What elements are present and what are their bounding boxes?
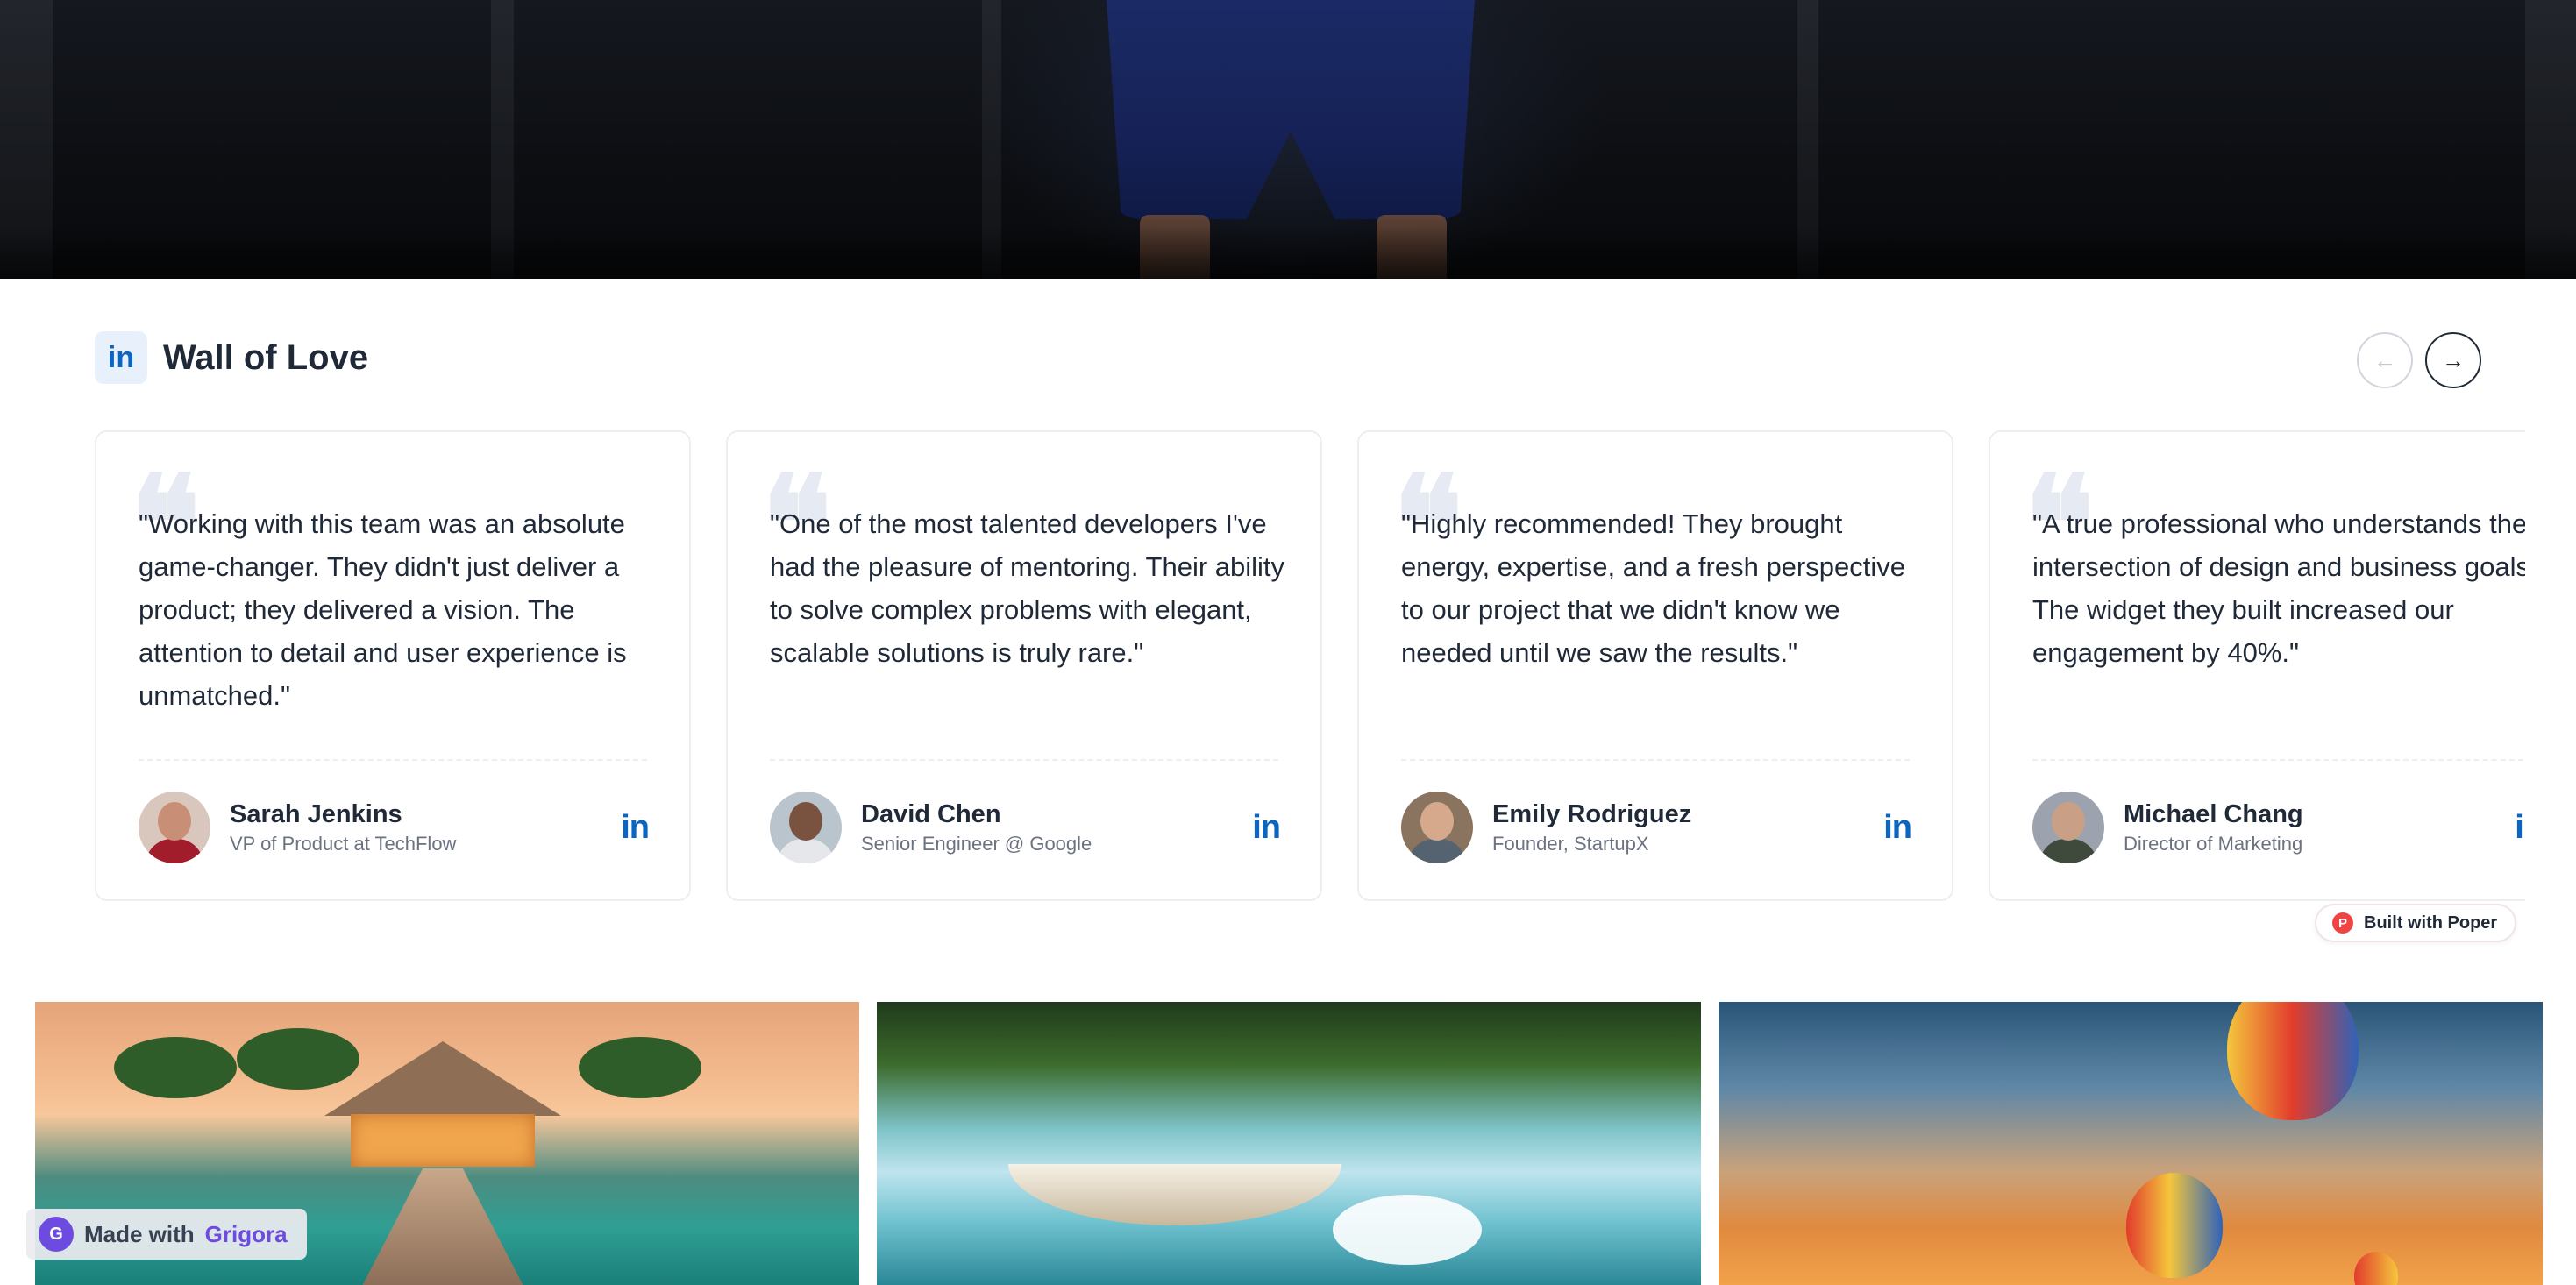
linkedin-icon[interactable]: in (621, 809, 650, 847)
card-divider (2032, 759, 2525, 761)
linkedin-icon[interactable]: in (1252, 809, 1281, 847)
testimonial-author: David Chen Senior Engineer @ Google (770, 792, 1092, 863)
hut-roof (324, 1041, 561, 1116)
testimonial-card: ❝ "Highly recommended! They brought ener… (1357, 430, 1953, 901)
author-role: Senior Engineer @ Google (861, 832, 1092, 855)
carousel-next-button[interactable]: → (2425, 332, 2481, 388)
built-with-poper-badge[interactable]: P Built with Poper (2315, 904, 2517, 942)
author-role: Founder, StartupX (1492, 832, 1649, 855)
testimonial-card: ❝ "A true professional who understands t… (1989, 430, 2525, 901)
author-role: Director of Marketing (2124, 832, 2303, 855)
author-name: Emily Rodriguez (1492, 799, 1692, 828)
gallery-image-balloons[interactable] (1719, 1002, 2543, 1285)
card-divider (770, 759, 1278, 761)
avatar (139, 792, 210, 863)
grigora-prefix: Made with (84, 1220, 195, 1247)
gallery-image-lake[interactable] (877, 1002, 1701, 1285)
hero-floor-shade (0, 226, 2576, 279)
author-role: VP of Product at TechFlow (230, 832, 457, 855)
linkedin-icon[interactable]: in (2515, 809, 2525, 847)
testimonial-quote: "Highly recommended! They brought energy… (1401, 508, 1905, 668)
hero-image (0, 0, 2576, 279)
palm-tree (114, 1037, 237, 1098)
hot-air-balloon (2354, 1252, 2398, 1285)
testimonial-card: ❝ "One of the most talented developers I… (726, 430, 1322, 901)
linkedin-icon: in (95, 331, 147, 384)
author-name: David Chen (861, 799, 1001, 828)
rowboat (1008, 1164, 1341, 1225)
athlete-shorts (1107, 0, 1475, 219)
hot-air-balloon (2126, 1173, 2223, 1278)
section-header: in Wall of Love (95, 331, 368, 384)
poper-logo-icon: P (2332, 912, 2353, 934)
cloud-reflection (1333, 1195, 1482, 1265)
testimonial-carousel[interactable]: ❝ "Working with this team was an absolut… (95, 430, 2525, 902)
wooden-pier (359, 1168, 526, 1285)
hot-air-balloon (2227, 1002, 2359, 1120)
author-name: Michael Chang (2124, 799, 2303, 828)
poper-label: Built with Poper (2364, 912, 2498, 933)
made-with-grigora-badge[interactable]: G Made with Grigora (26, 1209, 307, 1260)
grigora-logo-icon: G (39, 1217, 74, 1252)
grigora-brand: Grigora (204, 1220, 288, 1247)
card-divider (1401, 759, 1910, 761)
linkedin-icon[interactable]: in (1883, 809, 1912, 847)
testimonial-quote: "A true professional who understands the… (2032, 508, 2525, 668)
palm-tree (237, 1028, 359, 1090)
arrow-right-icon: → (2442, 346, 2465, 373)
testimonial-author: Emily Rodriguez Founder, StartupX (1401, 792, 1691, 863)
testimonial-quote: "One of the most talented developers I'v… (770, 508, 1285, 668)
testimonial-author: Sarah Jenkins VP of Product at TechFlow (139, 792, 456, 863)
testimonial-quote: "Working with this team was an absolute … (139, 508, 627, 711)
image-gallery (0, 1002, 2576, 1285)
arrow-left-icon: ← (2373, 346, 2396, 373)
testimonial-author: Michael Chang Director of Marketing (2032, 792, 2303, 863)
avatar (770, 792, 842, 863)
palm-tree (579, 1037, 701, 1098)
section-title: Wall of Love (163, 337, 369, 377)
testimonial-card: ❝ "Working with this team was an absolut… (95, 430, 691, 901)
wall-of-love-section: in Wall of Love ← → ❝ "Working with this… (0, 279, 2576, 971)
avatar (2032, 792, 2104, 863)
card-divider (139, 759, 647, 761)
carousel-prev-button[interactable]: ← (2357, 332, 2413, 388)
avatar (1401, 792, 1473, 863)
hut-wall (351, 1114, 535, 1167)
author-name: Sarah Jenkins (230, 799, 402, 828)
